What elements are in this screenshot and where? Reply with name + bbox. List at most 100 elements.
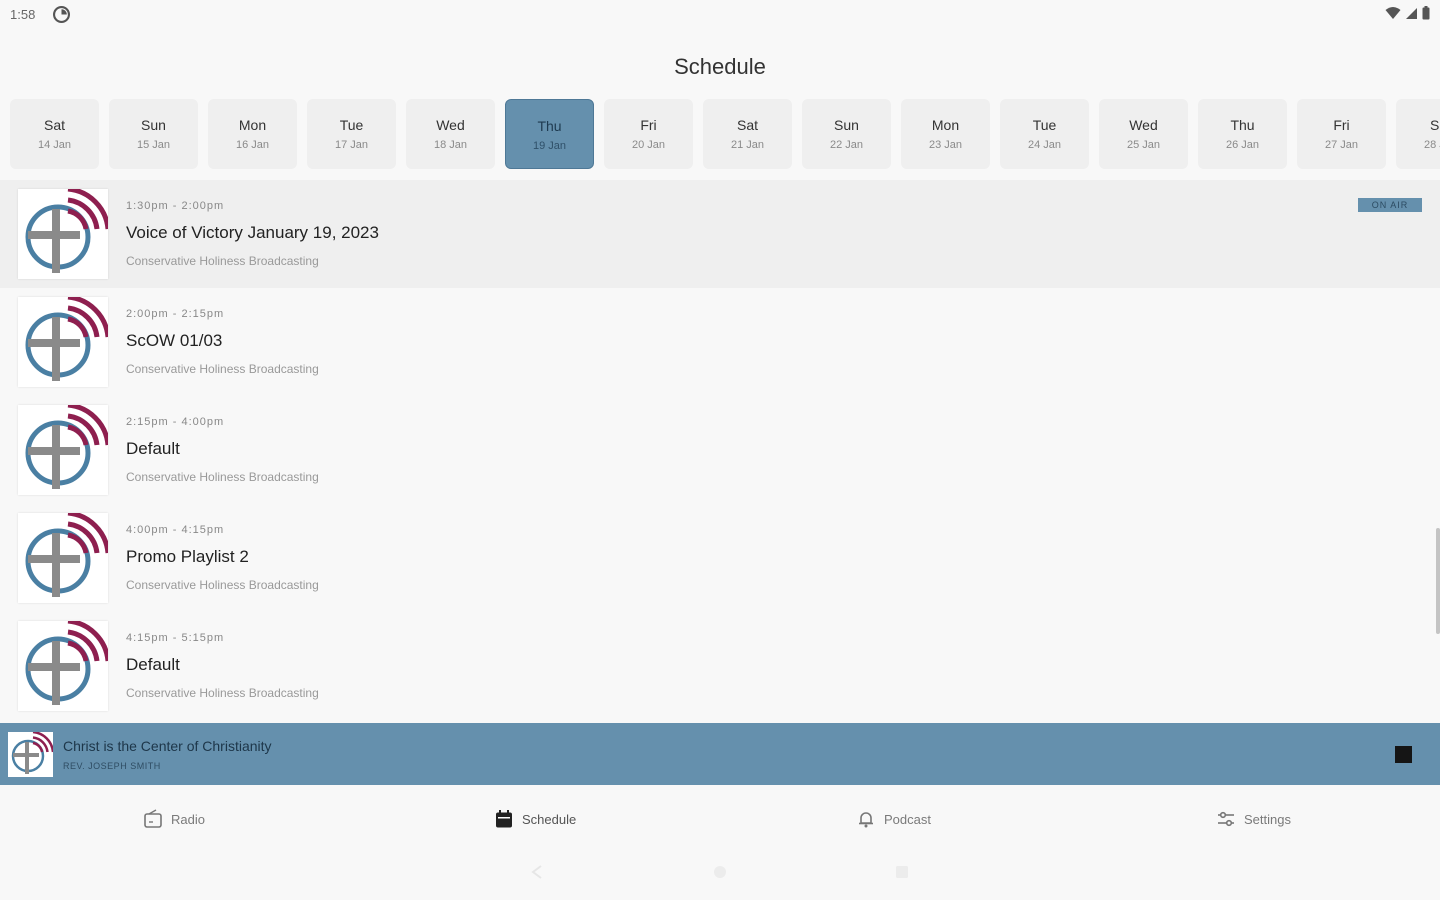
day-selector[interactable]: Sat 14 Jan Sun 15 Jan Mon 16 Jan Tue 17 Jan Wed 1… xyxy=(10,99,1440,171)
day-chip-date: 15 Jan xyxy=(136,139,171,151)
station-logo-icon xyxy=(25,186,111,273)
wifi-icon xyxy=(1385,7,1401,19)
scrollbar-thumb[interactable] xyxy=(1436,528,1440,634)
station-logo-icon xyxy=(25,618,111,705)
nav-schedule-label: Schedule xyxy=(522,811,577,827)
program-title: Voice of Victory January 19, 2023 xyxy=(126,223,379,242)
day-chip-name: Sat xyxy=(1429,117,1440,133)
day-chip-date: 27 Jan xyxy=(1324,139,1359,151)
day-chip[interactable]: Fri 20 Jan xyxy=(604,99,693,169)
back-icon[interactable] xyxy=(529,864,545,880)
program-time: 4:00pm - 4:15pm xyxy=(126,524,225,536)
day-chip[interactable]: Thu 26 Jan xyxy=(1198,99,1287,169)
day-chip[interactable]: Tue 24 Jan xyxy=(1000,99,1089,169)
nav-radio-label: Radio xyxy=(171,811,205,827)
settings-sliders-icon xyxy=(1218,811,1234,827)
station-logo-icon xyxy=(25,510,111,597)
home-icon[interactable] xyxy=(712,864,728,880)
day-chip[interactable]: Fri 27 Jan xyxy=(1297,99,1386,169)
radio-icon xyxy=(144,809,162,828)
day-chip-date: 25 Jan xyxy=(1126,139,1161,151)
day-chip[interactable]: Wed 25 Jan xyxy=(1099,99,1188,169)
day-chip-name: Sat xyxy=(736,117,758,133)
nav-podcast-label: Podcast xyxy=(884,811,931,827)
now-playing-bar[interactable]: Christ is the Center of Christianity REV… xyxy=(0,723,1440,785)
recents-icon[interactable] xyxy=(894,864,910,880)
now-playing-title: Christ is the Center of Christianity xyxy=(63,738,272,754)
day-chip[interactable]: Wed 18 Jan xyxy=(406,99,495,169)
day-chip-name: Sun xyxy=(834,117,859,133)
status-bar: 1:58 xyxy=(0,0,1440,30)
program-station: Conservative Holiness Broadcasting xyxy=(126,470,319,484)
day-chip-name: Fri xyxy=(1333,117,1350,133)
program-title: Default xyxy=(126,655,180,674)
day-chip-name: Thu xyxy=(1230,117,1255,133)
program-station: Conservative Holiness Broadcasting xyxy=(126,686,319,700)
nav-settings[interactable]: Settings xyxy=(1216,805,1291,833)
schedule-row[interactable]: 4:00pm - 4:15pm Promo Playlist 2 Conservat… xyxy=(0,504,1440,612)
day-chip-date: 19 Jan xyxy=(532,140,567,152)
system-navigation xyxy=(0,858,1440,898)
program-time: 2:15pm - 4:00pm xyxy=(126,416,225,428)
day-chip-date: 17 Jan xyxy=(334,139,369,151)
day-chip-name: Wed xyxy=(1129,117,1158,133)
podcast-icon xyxy=(859,812,873,828)
station-logo-icon xyxy=(25,294,111,381)
day-chip[interactable]: Sat 28 Jan xyxy=(1396,99,1440,169)
day-chip-name: Sat xyxy=(43,117,65,133)
program-time: 1:30pm - 2:00pm xyxy=(126,200,225,212)
day-chip-date: 22 Jan xyxy=(829,139,864,151)
day-chip[interactable]: Mon 23 Jan xyxy=(901,99,990,169)
program-time: 2:00pm - 2:15pm xyxy=(126,308,225,320)
now-playing-logo xyxy=(8,730,55,777)
nav-radio[interactable]: Radio xyxy=(143,805,205,833)
program-title: Default xyxy=(126,439,180,458)
day-chip-name: Sun xyxy=(141,117,166,133)
schedule-row[interactable]: 2:00pm - 2:15pm ScOW 01/03 Conservative Ho… xyxy=(0,288,1440,396)
schedule-row[interactable]: 2:15pm - 4:00pm Default Conservative Holin… xyxy=(0,396,1440,504)
bottom-navigation: Radio Schedule Podcast Settings xyxy=(0,795,1440,845)
day-chip-date: 28 Jan xyxy=(1423,139,1440,151)
day-chip[interactable]: Sat 14 Jan xyxy=(10,99,99,169)
program-logo xyxy=(18,294,111,387)
day-chip-name: Wed xyxy=(436,117,465,133)
nav-schedule[interactable]: Schedule xyxy=(494,805,576,833)
day-chip[interactable]: Sat 21 Jan xyxy=(703,99,792,169)
day-chip-date: 24 Jan xyxy=(1027,139,1062,151)
schedule-row[interactable]: 1:30pm - 2:00pm Voice of Victory January … xyxy=(0,180,1440,288)
day-chip-name: Thu xyxy=(537,118,562,134)
program-station: Conservative Holiness Broadcasting xyxy=(126,362,319,376)
program-logo xyxy=(18,402,111,495)
station-logo-icon xyxy=(11,730,55,774)
day-chip-name: Fri xyxy=(640,117,657,133)
cell-signal-icon xyxy=(1406,7,1417,19)
day-chip-name: Tue xyxy=(339,117,364,133)
day-chip-name: Mon xyxy=(238,117,267,133)
day-chip-date: 16 Jan xyxy=(235,139,270,151)
stop-button[interactable] xyxy=(1395,746,1412,763)
day-chip-date: 21 Jan xyxy=(730,139,765,151)
day-chip[interactable]: Sun 22 Jan xyxy=(802,99,891,169)
nav-settings-label: Settings xyxy=(1244,811,1291,827)
nav-podcast[interactable]: Podcast xyxy=(856,805,931,833)
calendar-icon xyxy=(496,810,512,828)
program-logo xyxy=(18,618,111,711)
program-time: 4:15pm - 5:15pm xyxy=(126,632,225,644)
schedule-row[interactable]: 4:15pm - 5:15pm Default Conservative Holin… xyxy=(0,612,1440,720)
day-chip[interactable]: Tue 17 Jan xyxy=(307,99,396,169)
day-chip-date: 26 Jan xyxy=(1225,139,1260,151)
now-playing-artist: REV. JOSEPH SMITH xyxy=(63,761,161,771)
app-notification-icon xyxy=(53,6,70,23)
day-chip[interactable]: Sun 15 Jan xyxy=(109,99,198,169)
status-indicators xyxy=(1385,6,1430,20)
station-logo-icon xyxy=(25,402,111,489)
on-air-badge: ON AIR xyxy=(1358,198,1422,212)
page-title: Schedule xyxy=(674,54,766,79)
program-station: Conservative Holiness Broadcasting xyxy=(126,578,319,592)
day-chip[interactable]: Mon 16 Jan xyxy=(208,99,297,169)
day-chip-date: 14 Jan xyxy=(37,139,72,151)
day-chip-name: Tue xyxy=(1032,117,1057,133)
program-station: Conservative Holiness Broadcasting xyxy=(126,254,319,268)
day-chip[interactable]: Thu 19 Jan xyxy=(505,99,594,169)
day-chip-name: Mon xyxy=(931,117,960,133)
